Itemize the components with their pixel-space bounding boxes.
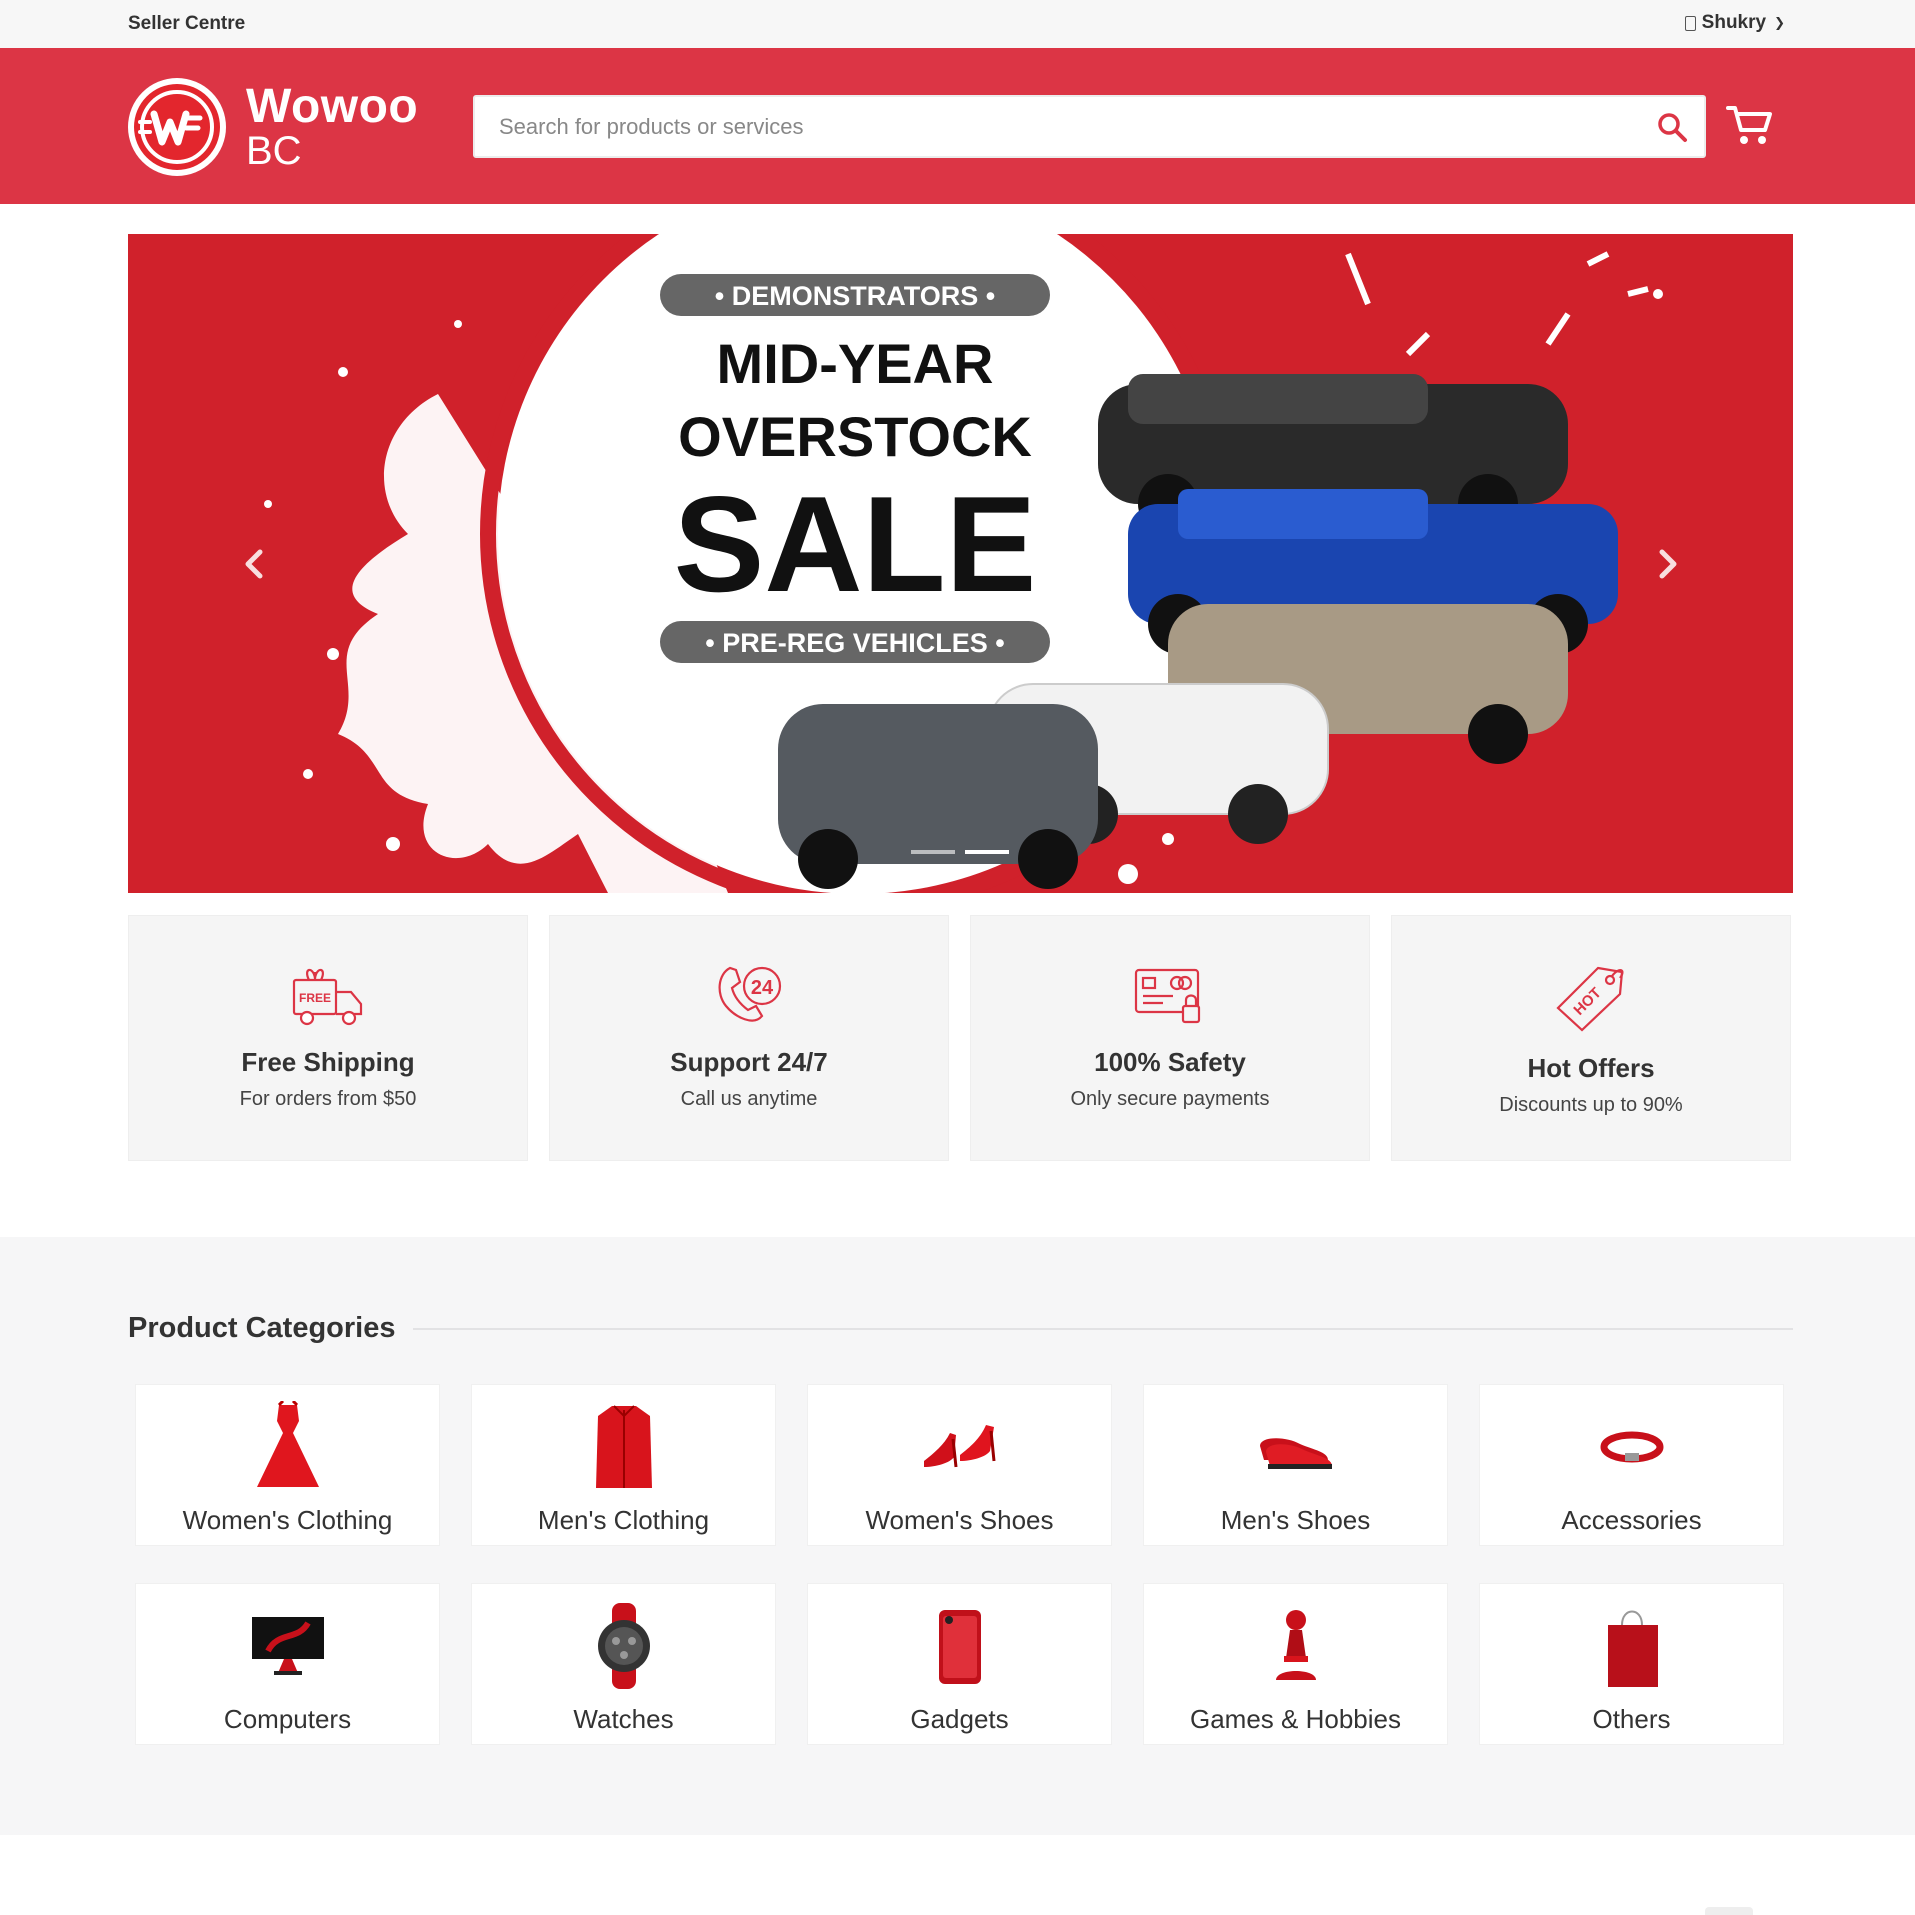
chevron-down-icon: ❯ — [1774, 15, 1785, 30]
category-label: Women's Shoes — [865, 1505, 1054, 1535]
chevron-left-icon[interactable] — [240, 546, 270, 582]
carousel-indicator-1 — [911, 850, 955, 854]
search-bar — [473, 95, 1706, 158]
promo-banner-carousel[interactable]: • DEMONSTRATORS • MID-YEAR OVERSTOCK SAL… — [128, 234, 1793, 893]
svg-text:24: 24 — [751, 977, 774, 999]
category-grid: Women's Clothing Men's Clothing Women's … — [135, 1384, 1787, 1745]
logo-mark-icon — [128, 78, 226, 176]
category-label: Computers — [223, 1704, 352, 1734]
feature-support: 24 Support 24/7 Call us anytime — [549, 915, 949, 1161]
category-card-games-hobbies[interactable]: Games & Hobbies — [1143, 1583, 1448, 1745]
user-icon — [1684, 15, 1696, 31]
category-label: Men's Shoes — [1220, 1505, 1371, 1535]
category-card-gadgets[interactable]: Gadgets — [807, 1583, 1112, 1745]
banner-bottom-pill: • PRE-REG VEHICLES • — [705, 628, 1004, 658]
shopping-bag-icon — [1582, 1598, 1682, 1694]
banner-line1: MID-YEAR — [717, 332, 994, 395]
free-shipping-truck-icon: FREE — [292, 968, 363, 1026]
watch-icon — [574, 1598, 674, 1694]
category-card-womens-clothing[interactable]: Women's Clothing — [135, 1384, 440, 1546]
banner-line2: OVERSTOCK — [678, 405, 1032, 468]
category-card-computers[interactable]: Computers — [135, 1583, 440, 1745]
category-card-mens-shoes[interactable]: Men's Shoes — [1143, 1384, 1448, 1546]
svg-text:FREE: FREE — [299, 991, 331, 1005]
feature-title: Support 24/7 — [670, 1047, 828, 1077]
banner-image: • DEMONSTRATORS • MID-YEAR OVERSTOCK SAL… — [128, 234, 1793, 893]
loafers-icon — [1246, 1399, 1346, 1495]
phone-icon — [910, 1598, 1010, 1694]
category-label: Gadgets — [910, 1704, 1009, 1734]
feature-safety: 100% Safety Only secure payments — [970, 915, 1370, 1161]
site-header: Wowoo BC — [0, 48, 1915, 204]
seller-centre-link[interactable]: Seller Centre — [128, 13, 245, 35]
scroll-to-top-button[interactable] — [1705, 1907, 1753, 1915]
category-card-watches[interactable]: Watches — [471, 1583, 776, 1745]
search-input[interactable] — [475, 97, 1575, 156]
hot-tag-icon: HOT — [1556, 966, 1624, 1032]
feature-subtitle: Discounts up to 90% — [1499, 1094, 1683, 1116]
category-card-womens-shoes[interactable]: Women's Shoes — [807, 1384, 1112, 1546]
banner-line3: SALE — [674, 468, 1037, 620]
user-name: Shukry — [1701, 12, 1767, 33]
feature-free-shipping: FREE Free Shipping For orders from $50 — [128, 915, 528, 1161]
search-icon[interactable] — [1656, 111, 1688, 143]
feature-subtitle: Only secure payments — [1070, 1088, 1270, 1110]
user-menu[interactable]: Shukry ❯ — [1684, 12, 1785, 34]
product-categories-section: Product Categories Women's Clothing Men'… — [0, 1237, 1915, 1835]
category-card-others[interactable]: Others — [1479, 1583, 1784, 1745]
category-label: Women's Clothing — [182, 1505, 393, 1535]
chevron-right-icon[interactable] — [1652, 546, 1682, 582]
feature-title: 100% Safety — [1094, 1047, 1246, 1077]
carousel-indicator-2 — [965, 850, 1009, 854]
top-bar: Seller Centre Shukry ❯ — [0, 0, 1915, 48]
brand-suffix: BC — [246, 129, 302, 173]
feature-hot-offers: HOT Hot Offers Discounts up to 90% — [1391, 915, 1791, 1161]
category-label: Men's Clothing — [537, 1505, 710, 1535]
category-label: Watches — [573, 1704, 674, 1734]
section-title: Product Categories — [128, 1312, 396, 1344]
cart-icon[interactable] — [1725, 100, 1775, 150]
heels-icon — [910, 1399, 1010, 1495]
category-label: Games & Hobbies — [1190, 1704, 1401, 1734]
feature-title: Free Shipping — [241, 1047, 415, 1077]
category-label: Others — [1592, 1704, 1671, 1734]
chess-pawn-icon — [1246, 1598, 1346, 1694]
feature-strip: FREE Free Shipping For orders from $50 2… — [128, 915, 1793, 1161]
dress-icon — [238, 1399, 338, 1495]
category-label: Accessories — [1561, 1505, 1702, 1535]
monitor-icon — [238, 1598, 338, 1694]
feature-title: Hot Offers — [1527, 1053, 1655, 1083]
support-phone-24-icon: 24 — [718, 966, 782, 1022]
feature-subtitle: For orders from $50 — [239, 1088, 417, 1110]
category-card-accessories[interactable]: Accessories — [1479, 1384, 1784, 1546]
banner-top-pill: • DEMONSTRATORS • — [715, 281, 995, 311]
bracelet-icon — [1582, 1399, 1682, 1495]
feature-subtitle: Call us anytime — [680, 1088, 818, 1110]
brand-logo[interactable]: Wowoo BC — [128, 78, 418, 176]
category-card-mens-clothing[interactable]: Men's Clothing — [471, 1384, 776, 1546]
section-divider — [413, 1328, 1793, 1330]
brand-name: Wowoo — [246, 80, 419, 133]
shirt-icon — [574, 1399, 674, 1495]
secure-payment-icon — [1134, 968, 1201, 1024]
